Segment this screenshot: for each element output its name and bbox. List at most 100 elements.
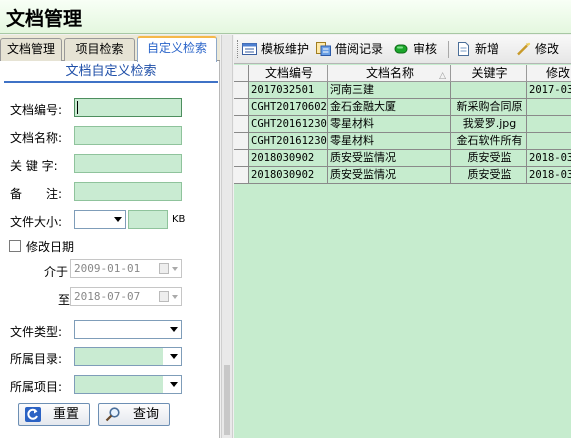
row-header-cell[interactable] bbox=[234, 133, 249, 150]
modified-date-label: 修改日期 bbox=[26, 240, 75, 254]
calendar-icon bbox=[159, 263, 169, 274]
between-label: 介于 bbox=[44, 265, 69, 279]
table-cell[interactable] bbox=[527, 133, 571, 150]
table-row[interactable]: CGHT201706020 金石金融大厦 新采购合同原 bbox=[234, 99, 571, 116]
edit-button[interactable]: 修改 bbox=[516, 41, 568, 59]
table-row[interactable]: 2018030902 质安受监情况 质安受监 2018-03 bbox=[234, 167, 571, 184]
chevron-down-icon bbox=[170, 382, 178, 387]
review-label: 审核 bbox=[413, 42, 438, 56]
table-cell[interactable]: CGHT201612300 bbox=[249, 133, 328, 150]
size-operator-select[interactable] bbox=[74, 210, 126, 229]
file-type-select[interactable] bbox=[74, 320, 182, 339]
table-cell[interactable]: 零星材料 bbox=[328, 133, 451, 150]
title-bar: 文档管理 bbox=[0, 0, 571, 34]
remark-input[interactable] bbox=[74, 182, 182, 201]
borrow-records-button[interactable]: 借阅记录 bbox=[316, 41, 388, 59]
doc-no-input[interactable] bbox=[74, 98, 182, 117]
table-cell[interactable]: 质安受监 bbox=[451, 150, 527, 167]
reset-button[interactable]: 重置 bbox=[18, 403, 90, 426]
calendar-icon bbox=[159, 291, 169, 302]
toolbar-grip bbox=[237, 40, 239, 58]
table-row[interactable]: 2017032501 河南三建 2017-03 bbox=[234, 82, 571, 99]
table-cell[interactable]: 2018-03 bbox=[527, 150, 571, 167]
doc-name-input[interactable] bbox=[74, 126, 182, 145]
table-cell[interactable]: 金石软件所有 bbox=[451, 133, 527, 150]
catalog-select[interactable] bbox=[74, 347, 182, 366]
remark-label: 备 注: bbox=[10, 187, 63, 201]
table-cell[interactable]: 质安受监 bbox=[451, 167, 527, 184]
row-header-cell[interactable] bbox=[234, 150, 249, 167]
table-cell[interactable] bbox=[527, 99, 571, 116]
tab-project-search[interactable]: 项目检索 bbox=[64, 38, 135, 61]
file-size-input[interactable] bbox=[128, 210, 168, 229]
review-icon bbox=[394, 44, 408, 54]
row-header-corner bbox=[234, 65, 249, 82]
table-cell[interactable]: CGHT201612300 bbox=[249, 116, 328, 133]
row-header-cell[interactable] bbox=[234, 82, 249, 99]
borrow-records-label: 借阅记录 bbox=[335, 42, 384, 56]
reset-button-label: 重置 bbox=[53, 407, 80, 422]
keyword-input[interactable] bbox=[74, 154, 182, 173]
template-maintenance-label: 模板维护 bbox=[261, 42, 310, 56]
table-cell[interactable]: 质安受监情况 bbox=[328, 150, 451, 167]
doc-no-label: 文档编号: bbox=[10, 103, 63, 117]
panel-title: 文档自定义检索 bbox=[4, 63, 218, 83]
table-cell[interactable]: 金石金融大厦 bbox=[328, 99, 451, 116]
row-header-cell[interactable] bbox=[234, 167, 249, 184]
column-header-doc-no[interactable]: 文档编号 bbox=[249, 65, 328, 82]
edit-label: 修改 bbox=[535, 42, 560, 56]
keyword-label: 关 键 字: bbox=[10, 159, 58, 173]
column-header-doc-name[interactable]: 文档名称 △ bbox=[328, 65, 451, 82]
chevron-down-icon bbox=[170, 354, 178, 359]
table-cell[interactable]: 2018030902 bbox=[249, 167, 328, 184]
date-to-value: 2018-07-07 bbox=[74, 290, 141, 303]
toolbar: 模板维护 借阅记录 审核 新增 修改 bbox=[234, 35, 571, 64]
table-cell[interactable]: 2018-03 bbox=[527, 167, 571, 184]
size-unit: KB bbox=[172, 214, 186, 225]
table-cell[interactable]: 2018030902 bbox=[249, 150, 328, 167]
chevron-down-icon bbox=[172, 267, 178, 271]
new-button[interactable]: 新增 bbox=[456, 41, 504, 59]
date-from-picker[interactable]: 2009-01-01 bbox=[70, 259, 182, 278]
tab-doc-management[interactable]: 文档管理 bbox=[0, 38, 62, 61]
panel-splitter[interactable] bbox=[221, 35, 233, 438]
project-label: 所属项目: bbox=[10, 380, 63, 394]
column-header-modified[interactable]: 修改 bbox=[527, 65, 571, 82]
table-cell[interactable]: 2017-03 bbox=[527, 82, 571, 99]
column-header-doc-name-label: 文档名称 bbox=[365, 66, 414, 80]
table-row[interactable]: 2018030902 质安受监情况 质安受监 2018-03 bbox=[234, 150, 571, 167]
table-cell[interactable]: 新采购合同原 bbox=[451, 99, 527, 116]
table-row[interactable]: CGHT201612300 零星材料 金石软件所有 bbox=[234, 133, 571, 150]
modified-date-checkbox[interactable] bbox=[9, 240, 21, 252]
query-button-label: 查询 bbox=[133, 407, 160, 422]
splitter-scroll-thumb[interactable] bbox=[224, 365, 230, 435]
search-panel: 文档管理 项目检索 自定义检索 文档自定义检索 文档编号: 文档名称: 关 键 … bbox=[0, 35, 220, 438]
project-select[interactable] bbox=[74, 375, 182, 394]
chevron-down-icon bbox=[170, 327, 178, 332]
table-cell[interactable]: 河南三建 bbox=[328, 82, 451, 99]
column-header-keyword[interactable]: 关键字 bbox=[451, 65, 527, 82]
template-maintenance-button[interactable]: 模板维护 bbox=[242, 41, 314, 59]
table-cell[interactable]: 我爱罗.jpg bbox=[451, 116, 527, 133]
date-from-value: 2009-01-01 bbox=[74, 262, 141, 275]
tab-custom-search[interactable]: 自定义检索 bbox=[137, 36, 217, 62]
review-button[interactable]: 审核 bbox=[394, 41, 440, 59]
sort-indicator-icon: △ bbox=[439, 71, 446, 81]
table-cell[interactable] bbox=[451, 82, 527, 99]
table-cell[interactable] bbox=[527, 116, 571, 133]
table-cell[interactable]: 质安受监情况 bbox=[328, 167, 451, 184]
date-to-picker[interactable]: 2018-07-07 bbox=[70, 287, 182, 306]
query-button[interactable]: 查询 bbox=[98, 403, 170, 426]
table-header-row: 文档编号 文档名称 △ 关键字 修改 bbox=[234, 65, 571, 82]
chevron-down-icon bbox=[172, 295, 178, 299]
search-icon bbox=[105, 407, 120, 422]
table-cell[interactable]: CGHT201706020 bbox=[249, 99, 328, 116]
row-header-cell[interactable] bbox=[234, 99, 249, 116]
template-icon bbox=[242, 43, 257, 55]
table-cell[interactable]: 2017032501 bbox=[249, 82, 328, 99]
table-row[interactable]: CGHT201612300 零星材料 我爱罗.jpg bbox=[234, 116, 571, 133]
table-cell[interactable]: 零星材料 bbox=[328, 116, 451, 133]
row-header-cell[interactable] bbox=[234, 116, 249, 133]
window-title: 文档管理 bbox=[6, 8, 83, 30]
borrow-icon bbox=[316, 42, 331, 56]
